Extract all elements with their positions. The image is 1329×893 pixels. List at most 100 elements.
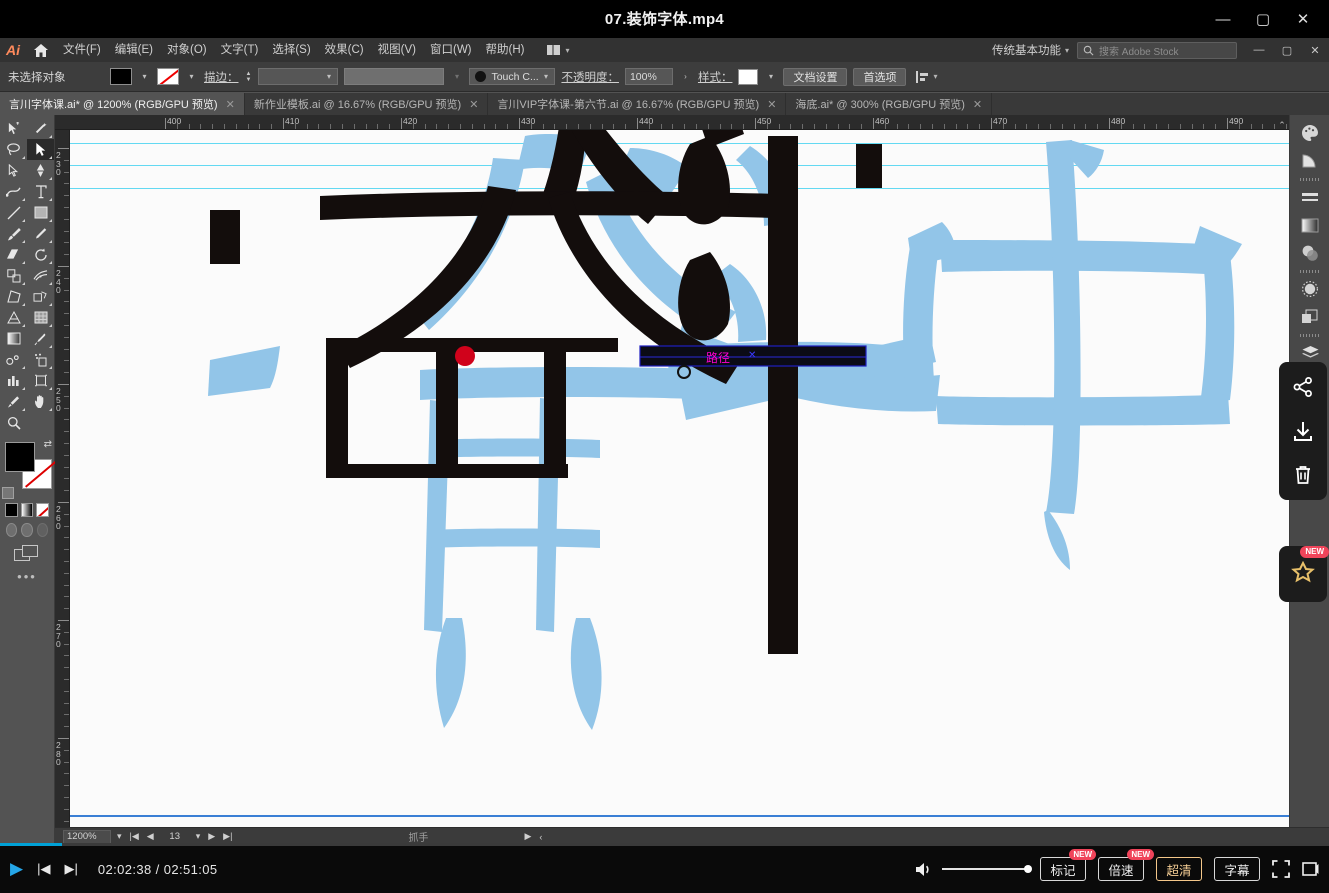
- zoom-tool[interactable]: [0, 412, 27, 433]
- menu-effect[interactable]: 效果(C): [318, 38, 371, 62]
- free-transform-tool[interactable]: [0, 286, 27, 307]
- fill-chevron-down-icon[interactable]: ▾: [138, 68, 151, 85]
- document-tab-2-close-icon[interactable]: ✕: [469, 98, 478, 111]
- volume-control[interactable]: [914, 861, 1028, 878]
- graphic-styles-icon[interactable]: [1290, 303, 1329, 331]
- status-flyout-icon[interactable]: ▶: [522, 831, 533, 842]
- gradient-panel-icon[interactable]: [1290, 211, 1329, 239]
- document-tab-4[interactable]: 海底.ai* @ 300% (RGB/GPU 预览) ✕: [786, 93, 992, 115]
- menu-help[interactable]: 帮助(H): [479, 38, 532, 62]
- group-selection-tool[interactable]: [0, 160, 27, 181]
- screen-mode-button[interactable]: [14, 545, 40, 563]
- ai-minimize-button[interactable]: —: [1245, 38, 1273, 62]
- pencil-tool[interactable]: [27, 223, 54, 244]
- fullscreen-icon[interactable]: [1272, 860, 1290, 878]
- opacity-flyout-icon[interactable]: ›: [679, 68, 692, 85]
- vertical-ruler[interactable]: 230240250260270280: [55, 130, 70, 845]
- appearance-panel-icon[interactable]: [1290, 275, 1329, 303]
- document-tab-3[interactable]: 言川VIP字体课-第六节.ai @ 16.67% (RGB/GPU 预览) ✕: [488, 93, 786, 115]
- download-icon[interactable]: [1292, 420, 1314, 442]
- mark-button[interactable]: NEW 标记: [1040, 857, 1086, 881]
- gradient-fill-button[interactable]: [21, 503, 34, 517]
- current-tool-label[interactable]: 抓手: [408, 829, 428, 844]
- brush-definition-combo[interactable]: Touch C... ▾: [469, 68, 555, 85]
- scale-tool[interactable]: [0, 265, 27, 286]
- slice-tool[interactable]: [0, 391, 27, 412]
- first-artboard-icon[interactable]: |◀: [128, 831, 141, 842]
- document-tab-1-close-icon[interactable]: ✕: [226, 98, 235, 111]
- document-tab-1[interactable]: 言川字体课.ai* @ 1200% (RGB/GPU 预览) ✕: [0, 93, 245, 115]
- hand-tool[interactable]: [27, 391, 54, 412]
- selection-tool-plus[interactable]: [0, 118, 27, 139]
- stroke-weight-stepper[interactable]: ▲▼: [246, 71, 252, 83]
- color-fill-button[interactable]: [5, 503, 18, 517]
- type-tool[interactable]: [27, 181, 54, 202]
- curvature-tool[interactable]: [0, 181, 27, 202]
- pin-button[interactable]: NEW: [1279, 546, 1327, 602]
- previous-artboard-icon[interactable]: ◀: [145, 831, 156, 842]
- next-video-button[interactable]: ▶|: [64, 861, 77, 877]
- edit-toolbar-button[interactable]: •••: [0, 569, 54, 584]
- align-options-button[interactable]: ▾: [916, 71, 937, 83]
- stroke-chevron-down-icon[interactable]: ▾: [185, 68, 198, 85]
- fill-swatch-large[interactable]: [5, 442, 35, 472]
- speed-button[interactable]: NEW 倍速: [1098, 857, 1144, 881]
- artboard-chevron-down-icon[interactable]: ▾: [194, 831, 203, 842]
- artboard-tool[interactable]: [27, 370, 54, 391]
- last-artboard-icon[interactable]: ▶|: [221, 831, 234, 842]
- video-minimize-button[interactable]: —: [1203, 0, 1243, 38]
- menu-edit[interactable]: 编辑(E): [108, 38, 160, 62]
- blend-tool[interactable]: [0, 349, 27, 370]
- symbol-sprayer-tool[interactable]: [27, 349, 54, 370]
- preferences-button[interactable]: 首选项: [853, 68, 906, 86]
- document-tab-4-close-icon[interactable]: ✕: [973, 98, 982, 111]
- fill-color-swatch[interactable]: [110, 68, 132, 85]
- stroke-weight-input[interactable]: ▾: [258, 68, 338, 85]
- volume-slider[interactable]: [942, 868, 1028, 870]
- stroke-panel-icon[interactable]: [1290, 183, 1329, 211]
- arrange-documents-button[interactable]: ▾: [541, 45, 575, 55]
- video-close-button[interactable]: ✕: [1283, 0, 1323, 38]
- perspective-grid-tool[interactable]: [0, 307, 27, 328]
- eyedropper-tool[interactable]: [27, 328, 54, 349]
- document-tab-3-close-icon[interactable]: ✕: [767, 98, 776, 111]
- web-fullscreen-icon[interactable]: [1302, 861, 1321, 877]
- line-segment-tool[interactable]: [0, 202, 27, 223]
- style-chevron-down-icon[interactable]: ▾: [764, 68, 777, 85]
- magic-wand-tool[interactable]: [27, 118, 54, 139]
- opacity-input[interactable]: 100%: [625, 68, 673, 85]
- draw-normal-button[interactable]: [6, 523, 17, 537]
- menu-object[interactable]: 对象(O): [160, 38, 214, 62]
- volume-slider-knob[interactable]: [1024, 865, 1032, 873]
- none-fill-button[interactable]: [36, 503, 49, 517]
- artwork-glyphs[interactable]: 路径 ✕: [70, 130, 1294, 830]
- column-graph-tool[interactable]: [0, 370, 27, 391]
- artboard-number-input[interactable]: 13: [160, 830, 190, 844]
- home-icon[interactable]: [26, 38, 56, 62]
- collapse-panels-icon[interactable]: ⌃: [1276, 118, 1288, 132]
- variable-width-profile[interactable]: [344, 68, 444, 85]
- gradient-tool[interactable]: [0, 328, 27, 349]
- video-maximize-button[interactable]: ▢: [1243, 0, 1283, 38]
- pen-tool[interactable]: [27, 160, 54, 181]
- status-resize-icon[interactable]: ‹: [537, 832, 544, 842]
- document-setup-button[interactable]: 文档设置: [783, 68, 847, 86]
- artboard[interactable]: 路径 ✕: [70, 130, 1294, 830]
- color-panel-icon[interactable]: [1290, 119, 1329, 147]
- menu-file[interactable]: 文件(F): [56, 38, 108, 62]
- color-guide-icon[interactable]: [1290, 147, 1329, 175]
- transparency-panel-icon[interactable]: [1290, 239, 1329, 267]
- graphic-style-swatch[interactable]: [738, 69, 758, 85]
- ai-close-button[interactable]: ✕: [1301, 38, 1329, 62]
- play-button[interactable]: ▶: [10, 859, 23, 879]
- share-icon[interactable]: [1292, 376, 1314, 398]
- menu-view[interactable]: 视图(V): [371, 38, 423, 62]
- menu-window[interactable]: 窗口(W): [423, 38, 479, 62]
- rectangle-tool[interactable]: [27, 202, 54, 223]
- zoom-chevron-down-icon[interactable]: ▾: [115, 831, 124, 842]
- direct-selection-tool[interactable]: [27, 139, 54, 160]
- lasso-tool[interactable]: [0, 139, 27, 160]
- quality-button[interactable]: 超清: [1156, 857, 1202, 881]
- mesh-tool[interactable]: [27, 307, 54, 328]
- horizontal-ruler[interactable]: 400410420430440450460470480490: [55, 115, 1329, 130]
